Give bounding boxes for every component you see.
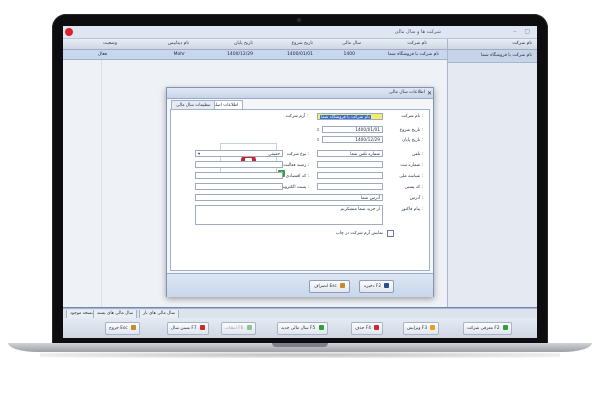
- list-item[interactable]: نام شرکت یا فروشگاه شما: [448, 50, 537, 63]
- delete-icon: [374, 325, 380, 330]
- laptop-shadow: [40, 352, 560, 358]
- main-info-panel: نام شرکت : نام شرکت یا فروشگاه شما آرم ش…: [170, 109, 430, 271]
- column-header[interactable]: نام شرکت: [407, 41, 427, 46]
- address-field[interactable]: آدرس شما: [195, 194, 383, 201]
- spin-icon[interactable]: ⇕: [315, 126, 321, 133]
- window-title: شرکت ها و سال مالی: [394, 29, 441, 35]
- end-date-label: تاریخ پایان :: [402, 138, 423, 143]
- bottom-toolbar: معرفی شرکت F2 ویرایش F3 حذف F4 سال مالی …: [63, 318, 537, 338]
- add-company-button[interactable]: معرفی شرکت F2: [463, 322, 512, 335]
- button-label: بستن سال F7: [171, 326, 197, 331]
- invoice-message-label: پیام فاکتور :: [401, 207, 423, 212]
- column-header[interactable]: وضعیت: [103, 41, 117, 46]
- edit-icon: [430, 325, 436, 330]
- cell-status: فعال: [98, 52, 107, 57]
- cell-company: نام شرکت یا فروشگاه شما: [387, 52, 439, 57]
- postal-code-label: کد پستی :: [404, 185, 423, 190]
- column-header[interactable]: سال مالی: [342, 41, 361, 46]
- company-name-field[interactable]: نام شرکت یا فروشگاه شما: [317, 113, 383, 120]
- company-type-label: نوع شرکت :: [286, 152, 309, 157]
- button-label: خروج Esc: [109, 326, 128, 331]
- company-list: نام شرکت نام شرکت یا فروشگاه شما: [448, 39, 537, 307]
- laptop-notch: [272, 343, 328, 347]
- plus-icon: [318, 325, 324, 330]
- postal-code-field[interactable]: [317, 183, 383, 190]
- cancel-button[interactable]: انصراف Esc: [309, 280, 351, 293]
- button-label: انتخاب F6: [225, 326, 244, 331]
- save-button[interactable]: ذخیره F2: [359, 280, 395, 293]
- phone-field[interactable]: شماره تلفن شما: [317, 150, 383, 157]
- check-icon: [246, 325, 252, 330]
- dialog-footer: ذخیره F2 انصراف Esc: [167, 273, 433, 297]
- activity-type-field[interactable]: [195, 161, 283, 168]
- activity-type-label: زمینه فعالیت :: [283, 163, 309, 168]
- exit-button[interactable]: خروج Esc: [105, 322, 140, 335]
- chevron-down-icon: ▾: [198, 152, 201, 157]
- button-label: معرفی شرکت F2: [467, 326, 500, 331]
- phone-label: تلفن :: [412, 152, 423, 157]
- button-label: ذخیره F2: [364, 284, 382, 289]
- screen: شرکت ها و سال مالی – ▢ نام شرکت سال مالی…: [63, 26, 537, 338]
- spin-icon[interactable]: ⇕: [315, 136, 321, 143]
- registration-label: شماره ثبت :: [400, 163, 423, 168]
- plus-icon: [502, 325, 508, 330]
- print-logo-checkbox[interactable]: [387, 230, 394, 237]
- fiscal-year-dialog: اطلاعات سال مالی ✕ اطلاعات اصلی تنظیمات …: [166, 87, 434, 297]
- address-label: آدرس :: [409, 196, 423, 201]
- cell-end: 1400/12/29: [227, 52, 253, 57]
- new-fiscal-year-button[interactable]: سال مالی جدید F5: [277, 322, 328, 335]
- cell-start: 1400/01/01: [287, 52, 313, 57]
- save-icon: [384, 283, 390, 288]
- invoice-message-field[interactable]: از خرید شما متشکریم: [195, 205, 383, 225]
- grid-header: نام شرکت سال مالی تاریخ شروع تاریخ پایان…: [63, 39, 447, 50]
- window-controls[interactable]: – ▢: [513, 28, 533, 35]
- button-label: ویرایش F3: [407, 326, 428, 331]
- select-button[interactable]: انتخاب F6: [221, 322, 256, 335]
- start-date-label: تاریخ شروع :: [399, 128, 423, 133]
- button-label: انصراف Esc: [314, 284, 337, 289]
- camera-dot: [297, 18, 301, 22]
- national-id-label: شناسه ملی :: [399, 174, 423, 179]
- button-label: حذف F4: [355, 326, 371, 331]
- company-name-value: نام شرکت یا فروشگاه شما: [320, 115, 371, 120]
- laptop-frame: شرکت ها و سال مالی – ▢ نام شرکت سال مالی…: [0, 0, 600, 400]
- exit-icon: [340, 283, 346, 288]
- company-list-header: نام شرکت: [448, 39, 537, 50]
- company-type-select[interactable]: ▾ حقیقی: [195, 150, 283, 157]
- national-id-field[interactable]: [317, 172, 383, 179]
- company-name-label: نام شرکت :: [401, 114, 423, 119]
- exit-icon: [130, 325, 136, 330]
- lock-icon: [199, 325, 205, 330]
- edit-button[interactable]: ویرایش F3: [403, 322, 440, 335]
- economic-code-label: کد اقتصادی :: [285, 174, 309, 179]
- window-titlebar: شرکت ها و سال مالی – ▢: [63, 26, 537, 39]
- economic-code-field[interactable]: [195, 172, 283, 179]
- button-label: سال مالی جدید F5: [281, 326, 316, 331]
- dialog-title: اطلاعات سال مالی: [167, 88, 433, 99]
- close-icon[interactable]: ✕: [427, 90, 432, 97]
- table-row[interactable]: نام شرکت یا فروشگاه شما 1400 1400/01/01 …: [63, 50, 447, 60]
- logo-label: آرم شرکت :: [285, 114, 308, 119]
- start-date-field[interactable]: 1400/01/01: [322, 126, 383, 133]
- column-header[interactable]: نام دیتابیس: [168, 41, 189, 46]
- email-field[interactable]: [195, 183, 283, 190]
- end-date-field[interactable]: 1400/12/29: [322, 136, 383, 143]
- cell-database: Mohr: [173, 52, 185, 57]
- close-year-button[interactable]: بستن سال F7: [167, 322, 209, 335]
- close-icon[interactable]: [65, 28, 73, 36]
- registration-field[interactable]: [317, 161, 383, 168]
- company-type-value: حقیقی: [268, 152, 280, 157]
- delete-button[interactable]: حذف F4: [351, 322, 384, 335]
- column-header[interactable]: تاریخ شروع: [292, 41, 314, 46]
- print-logo-label: نمایش آرم شرکت در چاپ: [335, 231, 383, 236]
- column-header[interactable]: تاریخ پایان: [234, 41, 253, 46]
- cell-year: 1400: [343, 52, 355, 57]
